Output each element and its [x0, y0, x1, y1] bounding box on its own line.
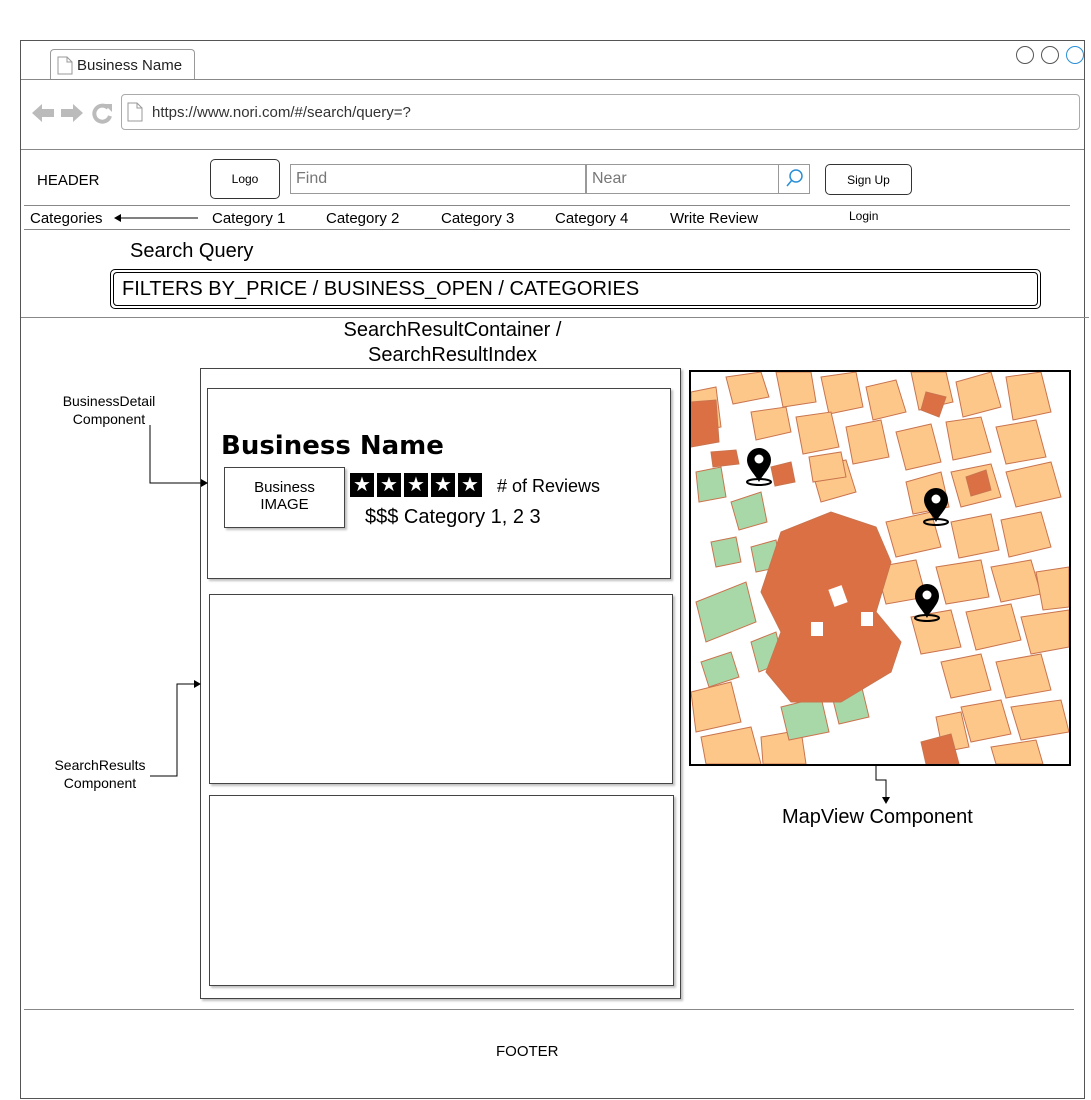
page-icon	[57, 56, 73, 75]
search-button[interactable]	[778, 164, 810, 194]
nav-category-4[interactable]: Category 4	[555, 210, 628, 227]
map-pin-icon[interactable]	[746, 448, 772, 486]
search-icon	[786, 169, 803, 187]
header-label: HEADER	[37, 172, 100, 189]
find-input[interactable]: Find	[290, 164, 586, 194]
map-pin-icon[interactable]	[914, 584, 940, 622]
divider	[24, 1009, 1074, 1010]
annotation-line: BusinessDetail	[62, 393, 156, 409]
star-icon: ★	[377, 473, 401, 497]
back-arrow-icon[interactable]	[31, 102, 55, 124]
filters-text: FILTERS BY_PRICE / BUSINESS_OPEN / CATEG…	[113, 272, 1038, 306]
divider	[24, 205, 1070, 206]
review-count[interactable]: # of Reviews	[497, 476, 600, 497]
divider	[21, 79, 1084, 80]
footer-label: FOOTER	[496, 1043, 559, 1060]
star-rating: ★ ★ ★ ★ ★	[350, 473, 485, 497]
search-result-card[interactable]	[209, 594, 673, 784]
search-results-annotation: SearchResults Component	[30, 756, 170, 792]
star-icon: ★	[431, 473, 455, 497]
categories-label[interactable]: Categories	[30, 210, 103, 227]
tab-title: Business Name	[77, 57, 183, 74]
mapview-annotation: MapView Component	[782, 806, 973, 828]
signup-button[interactable]: Sign Up	[825, 164, 912, 195]
star-icon: ★	[458, 473, 482, 497]
url-text: https://www.nori.com/#/search/query=?	[152, 104, 411, 121]
star-icon: ★	[404, 473, 428, 497]
business-detail-annotation: BusinessDetail Component	[40, 392, 178, 428]
window-button-3[interactable]	[1066, 46, 1084, 64]
logo-button[interactable]: Logo	[210, 159, 280, 199]
nav-category-1[interactable]: Category 1	[212, 210, 285, 227]
reload-icon[interactable]	[91, 102, 113, 124]
container-title-line1: SearchResultContainer /	[343, 319, 562, 341]
star-icon: ★	[350, 473, 374, 497]
window-button-1[interactable]	[1016, 46, 1034, 64]
divider	[21, 149, 1084, 150]
annotation-line: Component	[63, 775, 137, 791]
annotation-arrow	[875, 766, 890, 804]
annotation-arrow	[149, 425, 208, 487]
nav-category-2[interactable]: Category 2	[326, 210, 399, 227]
container-title: SearchResultContainer / SearchResultInde…	[300, 318, 605, 368]
business-name[interactable]: Business Name	[221, 431, 444, 461]
business-image: Business IMAGE	[224, 467, 345, 528]
filters-bar[interactable]: FILTERS BY_PRICE / BUSINESS_OPEN / CATEG…	[110, 269, 1041, 309]
near-input[interactable]: Near	[585, 164, 779, 194]
page-icon	[127, 102, 143, 122]
map-view[interactable]	[689, 370, 1071, 766]
annotation-line: SearchResults	[54, 757, 146, 773]
search-query-title: Search Query	[130, 240, 254, 262]
search-result-card[interactable]	[209, 795, 674, 986]
window-button-2[interactable]	[1041, 46, 1059, 64]
image-label-line1: Business	[254, 479, 315, 496]
container-title-line2: SearchResultIndex	[368, 344, 537, 366]
divider	[24, 229, 1070, 230]
forward-arrow-icon[interactable]	[60, 102, 84, 124]
nav-write-review[interactable]: Write Review	[670, 210, 758, 227]
annotation-arrow	[150, 680, 201, 777]
price-categories: $$$ Category 1, 2 3	[365, 506, 541, 528]
map-pin-icon[interactable]	[923, 488, 949, 526]
login-link[interactable]: Login	[849, 209, 878, 223]
image-label-line2: IMAGE	[260, 496, 309, 513]
nav-category-3[interactable]: Category 3	[441, 210, 514, 227]
left-arrow-icon	[114, 214, 198, 222]
map-graphic	[691, 372, 1069, 764]
